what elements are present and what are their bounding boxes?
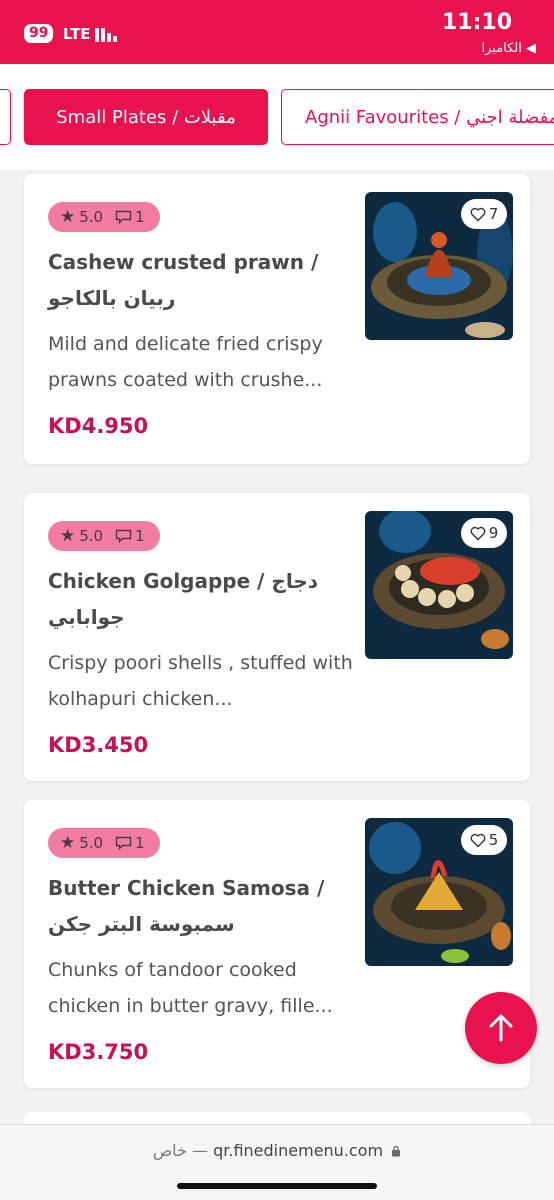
rating-value: 5.0 bbox=[79, 208, 104, 226]
item-name: Chicken Golgappe / دجاج جوابابي bbox=[48, 569, 319, 629]
rating-badge: ★ 5.0 1 bbox=[48, 202, 160, 232]
rating-value: 5.0 bbox=[79, 834, 104, 852]
comment-icon bbox=[115, 210, 132, 224]
star-icon: ★ bbox=[60, 207, 76, 227]
heart-icon bbox=[470, 526, 486, 540]
signal-icon bbox=[95, 26, 121, 42]
home-indicator bbox=[177, 1183, 377, 1189]
like-count: 5 bbox=[488, 831, 499, 849]
rating-value: 5.0 bbox=[79, 527, 104, 545]
heart-icon bbox=[470, 833, 486, 847]
item-photo[interactable]: 5 bbox=[365, 818, 513, 966]
url-text: qr.finedinemenu.com bbox=[213, 1141, 384, 1160]
item-photo[interactable]: 7 bbox=[365, 192, 513, 340]
url-display[interactable]: خاص — qr.finedinemenu.com bbox=[0, 1141, 554, 1160]
item-price: KD3.750 bbox=[48, 1040, 149, 1064]
status-time: 11:10 bbox=[441, 10, 512, 35]
like-button[interactable]: 5 bbox=[461, 825, 507, 855]
browser-url-bar[interactable]: خاص — qr.finedinemenu.com bbox=[0, 1124, 554, 1200]
star-icon: ★ bbox=[60, 833, 76, 853]
like-button[interactable]: 7 bbox=[461, 199, 507, 229]
back-to-app-link[interactable]: ◀ الكاميرا bbox=[481, 41, 536, 56]
like-count: 7 bbox=[488, 205, 499, 223]
comment-icon bbox=[115, 836, 132, 850]
menu-item-card[interactable]: ★ 5.0 1 Butter Chicken Samosa / سمبوسة ا… bbox=[24, 800, 530, 1088]
category-chip-previous[interactable] bbox=[0, 89, 11, 145]
item-description: Mild and delicate fried crispy prawns co… bbox=[48, 333, 323, 391]
comment-count: 1 bbox=[135, 208, 145, 226]
comment-count: 1 bbox=[135, 834, 145, 852]
rating-badge: ★ 5.0 1 bbox=[48, 521, 160, 551]
menu-item-card[interactable]: ★ 5.0 1 Chicken Golgappe / دجاج جوابابي … bbox=[24, 493, 530, 781]
like-count: 9 bbox=[488, 524, 499, 542]
lock-icon bbox=[392, 1145, 401, 1157]
network-type: LTE bbox=[63, 25, 91, 43]
item-description: Crispy poori shells , stuffed with kolha… bbox=[48, 652, 353, 710]
category-chip-agnii-favourites[interactable]: Agnii Favourites / المفضلة اجني bbox=[281, 89, 554, 145]
comment-icon bbox=[115, 529, 132, 543]
item-photo[interactable]: 9 bbox=[365, 511, 513, 659]
item-price: KD4.950 bbox=[48, 414, 149, 438]
scroll-to-top-button[interactable] bbox=[465, 992, 537, 1064]
battery-indicator: 99 bbox=[24, 24, 54, 43]
item-price: KD3.450 bbox=[48, 733, 149, 757]
item-description: Chunks of tandoor cooked chicken in butt… bbox=[48, 959, 333, 1017]
item-name: Cashew crusted prawn / ربيان بالكاجو bbox=[48, 250, 319, 310]
status-bar: 99 LTE 11:10 ◀ الكاميرا bbox=[0, 0, 554, 64]
menu-item-card[interactable]: ★ 5.0 1 Cashew crusted prawn / ربيان بال… bbox=[24, 174, 530, 464]
like-button[interactable]: 9 bbox=[461, 518, 507, 548]
comment-count: 1 bbox=[135, 527, 145, 545]
private-label: خاص — bbox=[152, 1141, 209, 1160]
category-chip-small-plates[interactable]: Small Plates / مقبلات bbox=[24, 89, 268, 145]
category-bar: Small Plates / مقبلات Agnii Favourites /… bbox=[0, 64, 554, 170]
rating-badge: ★ 5.0 1 bbox=[48, 828, 160, 858]
heart-icon bbox=[470, 207, 486, 221]
star-icon: ★ bbox=[60, 526, 76, 546]
item-name: Butter Chicken Samosa / سمبوسة البتر جكن bbox=[48, 876, 325, 936]
arrow-up-icon bbox=[489, 1014, 513, 1042]
